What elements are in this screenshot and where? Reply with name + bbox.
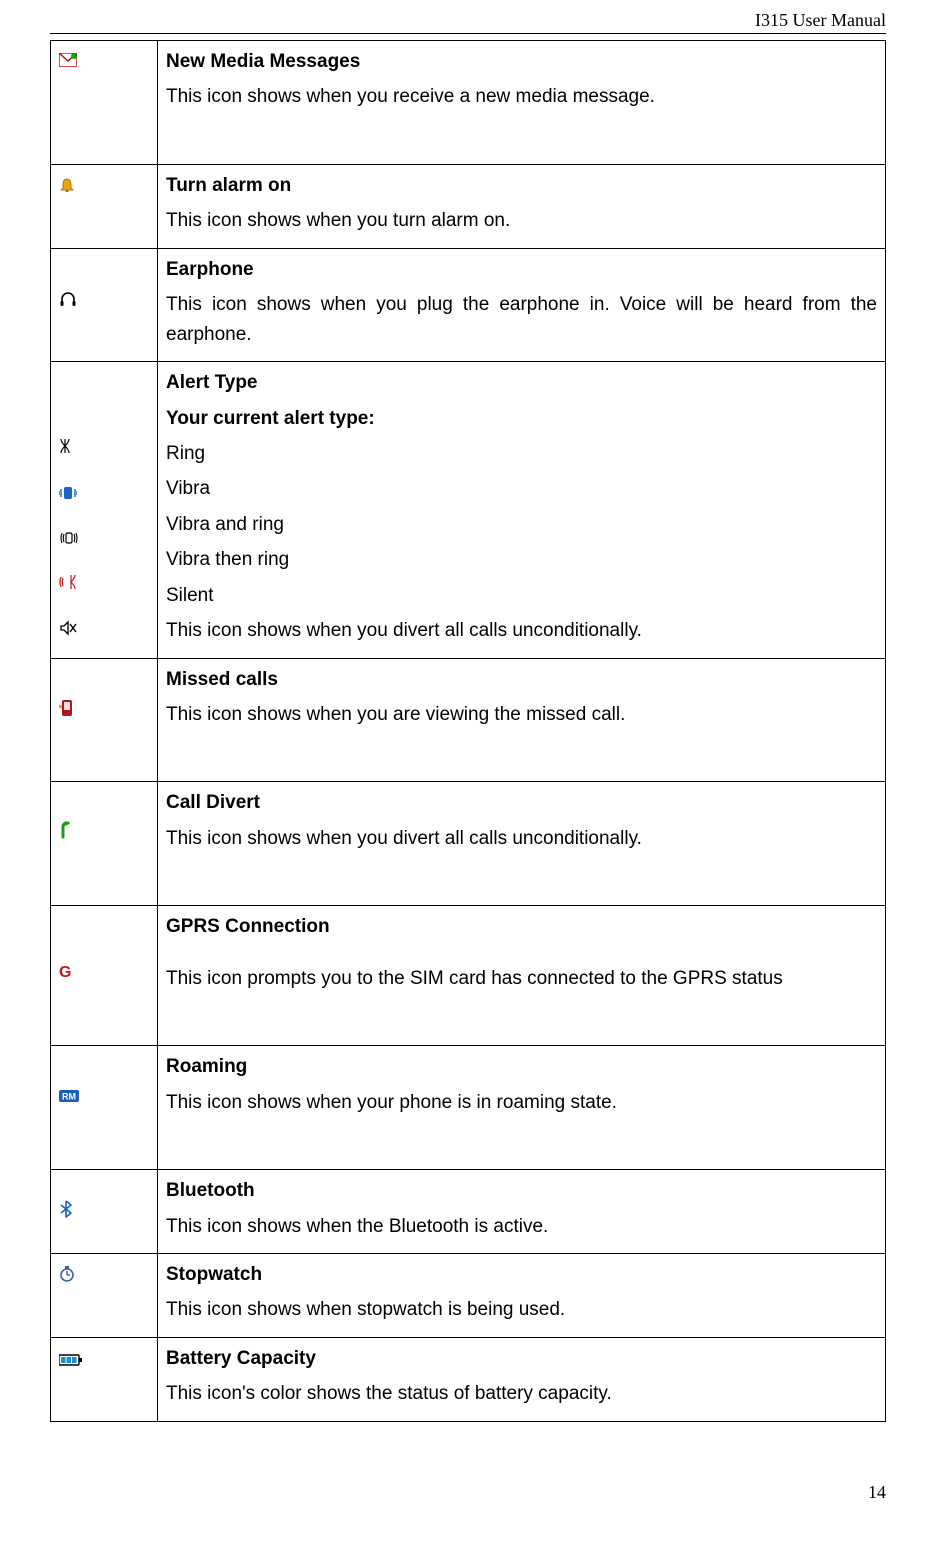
alert-option: Vibra then ring <box>166 545 877 574</box>
row-desc: This icon shows when you plug the earpho… <box>166 290 877 349</box>
row-desc: This icon's color shows the status of ba… <box>166 1379 877 1408</box>
new-media-message-icon <box>59 47 77 76</box>
alarm-icon <box>59 173 75 202</box>
silent-icon <box>59 616 149 645</box>
bluetooth-icon <box>59 1198 73 1227</box>
row-subtitle: Your current alert type: <box>166 404 877 433</box>
vibra-then-ring-icon <box>59 570 149 599</box>
row-desc: This icon shows when you receive a new m… <box>166 82 877 111</box>
row-title: Turn alarm on <box>166 171 877 200</box>
alert-option: Silent <box>166 581 877 610</box>
table-row: Missed calls This icon shows when you ar… <box>51 658 886 782</box>
vibra-and-ring-icon <box>59 525 149 554</box>
alert-option: Vibra <box>166 474 877 503</box>
row-desc: This icon shows when you divert all call… <box>166 824 877 853</box>
call-divert-icon <box>59 819 75 848</box>
row-desc: This icon shows when your phone is in ro… <box>166 1088 877 1117</box>
table-row: Bluetooth This icon shows when the Bluet… <box>51 1170 886 1254</box>
row-desc: This icon prompts you to the SIM card ha… <box>166 964 877 993</box>
row-title: Roaming <box>166 1052 877 1081</box>
table-row: Battery Capacity This icon's color shows… <box>51 1337 886 1421</box>
earphone-icon <box>59 287 77 316</box>
table-row: RM Roaming This icon shows when your pho… <box>51 1046 886 1170</box>
row-title: New Media Messages <box>166 47 877 76</box>
gprs-icon: G <box>59 961 71 986</box>
row-title: Bluetooth <box>166 1176 877 1205</box>
vibra-icon <box>59 480 149 509</box>
ring-icon <box>59 434 149 463</box>
icon-definition-table: New Media Messages This icon shows when … <box>50 40 886 1422</box>
table-row: Call Divert This icon shows when you div… <box>51 782 886 906</box>
battery-icon <box>59 1346 83 1375</box>
row-title: GPRS Connection <box>166 912 877 941</box>
svg-text:RM: RM <box>62 1092 76 1102</box>
row-title: Stopwatch <box>166 1260 877 1289</box>
row-desc: This icon shows when the Bluetooth is ac… <box>166 1212 877 1241</box>
table-row: Stopwatch This icon shows when stopwatch… <box>51 1253 886 1337</box>
row-desc: This icon shows when you are viewing the… <box>166 700 877 729</box>
row-desc: This icon shows when you turn alarm on. <box>166 206 877 235</box>
missed-call-icon <box>59 697 75 726</box>
stopwatch-icon <box>59 1262 75 1291</box>
page-number: 14 <box>50 1482 886 1503</box>
row-title: Earphone <box>166 255 877 284</box>
row-footer: This icon shows when you divert all call… <box>166 616 877 645</box>
table-row: Earphone This icon shows when you plug t… <box>51 248 886 361</box>
row-title: Alert Type <box>166 368 877 397</box>
row-title: Missed calls <box>166 665 877 694</box>
table-row: New Media Messages This icon shows when … <box>51 41 886 165</box>
row-title: Battery Capacity <box>166 1344 877 1373</box>
table-row: Alert Type Your current alert type: Ring… <box>51 362 886 659</box>
row-title: Call Divert <box>166 788 877 817</box>
roaming-icon: RM <box>59 1082 79 1111</box>
table-row: G GPRS Connection This icon prompts you … <box>51 906 886 1046</box>
table-row: Turn alarm on This icon shows when you t… <box>51 164 886 248</box>
alert-option: Ring <box>166 439 877 468</box>
alert-option: Vibra and ring <box>166 510 877 539</box>
page-header: I315 User Manual <box>50 10 886 34</box>
row-desc: This icon shows when stopwatch is being … <box>166 1295 877 1324</box>
